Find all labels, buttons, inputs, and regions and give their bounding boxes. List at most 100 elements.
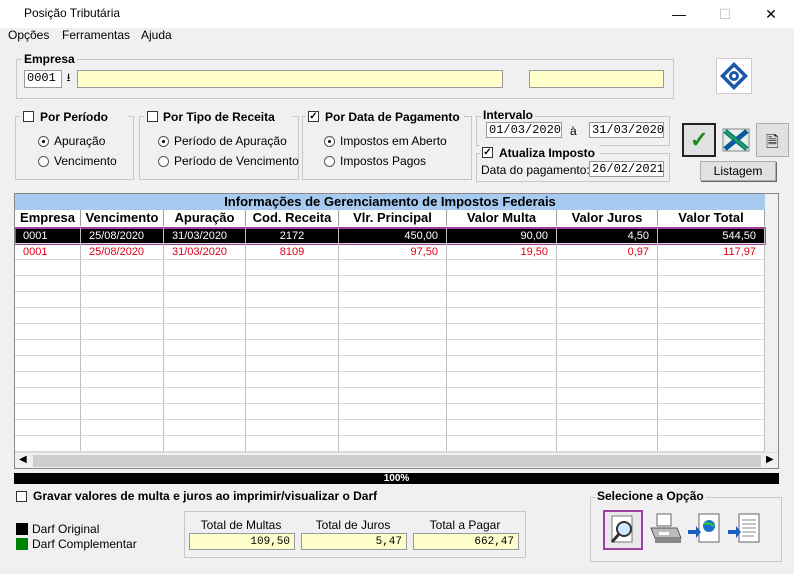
col-vlr-principal[interactable]: Vlr. Principal [339, 210, 447, 226]
cell-principal [339, 356, 447, 372]
atualiza-checkbox[interactable]: ✓ [482, 147, 493, 158]
scroll-right-icon[interactable]: ▶ [766, 454, 774, 465]
confirm-button[interactable]: ✓ [682, 123, 716, 157]
cell-empresa [15, 292, 81, 308]
close-button[interactable]: ✕ [748, 0, 794, 28]
company-logo [716, 58, 752, 94]
col-empresa[interactable]: Empresa [15, 210, 81, 226]
cell-principal [339, 420, 447, 436]
selecione-title: Selecione a Opção [595, 489, 706, 503]
por-tipo-header: Por Tipo de Receita [144, 109, 292, 125]
radio-apuracao[interactable] [38, 136, 49, 147]
empresa-name-input[interactable] [77, 70, 503, 88]
intervalo-title: Intervalo [481, 108, 536, 122]
scroll-thumb[interactable] [33, 455, 761, 467]
por-data-checkbox[interactable]: ✓ [308, 111, 319, 122]
export-web-button[interactable] [686, 510, 724, 548]
maximize-button[interactable]: ☐ [702, 0, 748, 28]
listagem-button[interactable]: Listagem [700, 161, 776, 181]
table-row[interactable] [15, 308, 765, 324]
table-row[interactable] [15, 404, 765, 420]
menu-opcoes[interactable]: Opções [8, 28, 49, 42]
por-tipo-checkbox[interactable] [147, 111, 158, 122]
globe-export-icon [688, 513, 720, 543]
col-apuracao[interactable]: Apuração [164, 210, 246, 226]
table-row[interactable] [15, 356, 765, 372]
col-cod-receita[interactable]: Cod. Receita [246, 210, 339, 226]
taxes-grid[interactable]: Informações de Gerenciamento de Impostos… [14, 193, 779, 469]
data-pagamento-label: Data do pagamento: [481, 163, 590, 177]
empresa-code-input[interactable]: 0001 [24, 70, 62, 88]
table-row[interactable] [15, 420, 765, 436]
excel-button[interactable] [719, 123, 753, 157]
menu-ajuda[interactable]: Ajuda [141, 28, 172, 42]
cell-multa [447, 420, 557, 436]
gravar-checkbox[interactable] [16, 491, 27, 502]
empresa-extra-input[interactable] [529, 70, 664, 88]
table-row[interactable] [15, 372, 765, 388]
data-pagamento-input[interactable]: 26/02/2021 [589, 161, 664, 177]
cell-apuracao [164, 388, 246, 404]
cell-multa [447, 308, 557, 324]
cell-principal [339, 436, 447, 452]
cell-vencimento [81, 308, 164, 324]
table-row[interactable] [15, 388, 765, 404]
intervalo-to-input[interactable]: 31/03/2020 [589, 122, 664, 138]
cell-vencimento [81, 372, 164, 388]
radio-vencimento[interactable] [38, 156, 49, 167]
cell-vencimento [81, 260, 164, 276]
report-button[interactable]: 🗎 [756, 123, 789, 157]
atualiza-header: ✓ Atualiza Imposto [480, 145, 600, 161]
radio-periodo-apuracao[interactable] [158, 136, 169, 147]
grid-hscrollbar[interactable]: ◀ ▶ [15, 452, 778, 468]
cell-total [658, 324, 765, 340]
print-button[interactable] [646, 510, 684, 548]
cell-apuracao [164, 340, 246, 356]
col-valor-total[interactable]: Valor Total [658, 210, 765, 226]
col-valor-juros[interactable]: Valor Juros [557, 210, 658, 226]
cell-apuracao [164, 276, 246, 292]
cell-multa [447, 340, 557, 356]
cell-vencimento [81, 420, 164, 436]
total-pagar-value: 662,47 [413, 533, 519, 550]
radio-periodo-vencimento-label: Período de Vencimento [174, 154, 299, 168]
table-row[interactable] [15, 260, 765, 276]
cell-cod [246, 308, 339, 324]
cell-principal [339, 340, 447, 356]
cell-multa [447, 388, 557, 404]
cell-cod [246, 388, 339, 404]
total-multas-label: Total de Multas [200, 518, 282, 532]
cell-apuracao [164, 420, 246, 436]
col-vencimento[interactable]: Vencimento [81, 210, 164, 226]
cell-empresa [15, 404, 81, 420]
export-file-button[interactable] [726, 510, 764, 548]
table-row[interactable]: 0001 25/08/2020 31/03/2020 2172 450,00 90,00 4… [15, 227, 766, 245]
cell-cod [246, 404, 339, 420]
intervalo-from-input[interactable]: 01/03/2020 [486, 122, 562, 138]
radio-impostos-pagos[interactable] [324, 156, 335, 167]
table-row[interactable] [15, 324, 765, 340]
cell-juros: 4,50 [557, 228, 658, 244]
cell-juros [557, 308, 658, 324]
scroll-left-icon[interactable]: ◀ [19, 454, 27, 465]
col-valor-multa[interactable]: Valor Multa [447, 210, 557, 226]
radio-impostos-aberto[interactable] [324, 136, 335, 147]
table-row[interactable] [15, 436, 765, 452]
cell-apuracao [164, 308, 246, 324]
document-export-icon [728, 513, 760, 543]
lookup-arrow-icon[interactable]: ⭳ [61, 70, 76, 86]
cell-apuracao: 31/03/2020 [164, 228, 246, 244]
preview-button[interactable] [603, 510, 643, 550]
cell-juros [557, 388, 658, 404]
minimize-button[interactable]: — [656, 0, 702, 28]
cell-multa [447, 260, 557, 276]
cell-juros [557, 260, 658, 276]
table-row[interactable] [15, 292, 765, 308]
table-row[interactable]: 0001 25/08/2020 31/03/2020 8109 97,50 19,50 0,… [15, 244, 765, 260]
table-row[interactable] [15, 340, 765, 356]
por-periodo-checkbox[interactable] [23, 111, 34, 122]
cell-multa [447, 356, 557, 372]
radio-periodo-vencimento[interactable] [158, 156, 169, 167]
table-row[interactable] [15, 276, 765, 292]
menu-ferramentas[interactable]: Ferramentas [62, 28, 130, 42]
